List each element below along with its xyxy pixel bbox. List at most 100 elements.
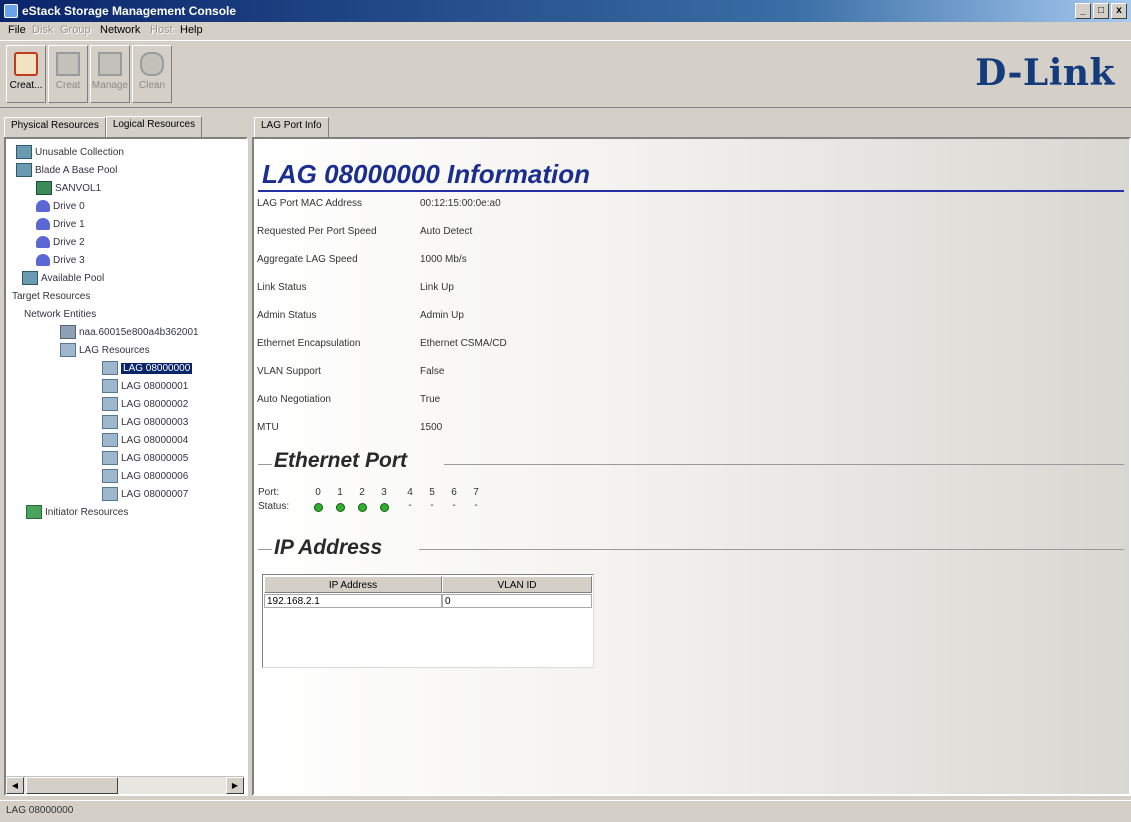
tree-item-drive-3[interactable]: Drive 3 bbox=[36, 253, 85, 269]
tree-item-blade-a-base-pool[interactable]: Blade A Base Pool bbox=[16, 163, 117, 179]
tree-item-lag-08000002[interactable]: LAG 08000002 bbox=[102, 397, 188, 413]
tree-item-lag-08000006[interactable]: LAG 08000006 bbox=[102, 469, 188, 485]
menu-host[interactable]: Host bbox=[150, 24, 173, 36]
scroll-right-button[interactable]: ▶ bbox=[226, 777, 244, 794]
column-header-vlan[interactable]: VLAN ID bbox=[442, 576, 592, 593]
drive-icon bbox=[36, 254, 50, 267]
port-status-none: - bbox=[452, 500, 456, 511]
port-number: 5 bbox=[429, 487, 435, 498]
tree-item-lag-08000007[interactable]: LAG 08000007 bbox=[102, 487, 188, 503]
tree-item-drive-2[interactable]: Drive 2 bbox=[36, 235, 85, 251]
tree-item-lag-08000001[interactable]: LAG 08000001 bbox=[102, 379, 188, 395]
create-button-label: Creat... bbox=[9, 80, 43, 91]
field-value-lag-speed: 1000 Mb/s bbox=[420, 254, 467, 265]
tree-item-lag-08000003[interactable]: LAG 08000003 bbox=[102, 415, 188, 431]
tree-item-lag-08000000[interactable]: LAG 08000000 bbox=[102, 361, 193, 377]
document-icon bbox=[56, 52, 80, 76]
tree-item-lag-08000005[interactable]: LAG 08000005 bbox=[102, 451, 188, 467]
field-label-encapsulation: Ethernet Encapsulation bbox=[257, 338, 361, 349]
port-number: 4 bbox=[407, 487, 413, 498]
resource-tree: Unusable Collection Blade A Base Pool SA… bbox=[6, 141, 244, 769]
create-icon bbox=[14, 52, 38, 76]
horizontal-scrollbar[interactable]: ◀ ▶ bbox=[6, 776, 244, 794]
port-status-up bbox=[336, 503, 345, 512]
table-cell-ip[interactable]: 192.168.2.1 bbox=[264, 594, 442, 608]
create-button[interactable]: Creat... bbox=[6, 45, 46, 103]
port-status-none: - bbox=[474, 500, 478, 511]
manage-button[interactable]: Manage bbox=[90, 45, 130, 103]
port-number: 1 bbox=[337, 487, 343, 498]
field-label-link-status: Link Status bbox=[257, 282, 307, 293]
tree-item-lag-resources[interactable]: LAG Resources bbox=[60, 343, 150, 359]
port-label: Port: bbox=[258, 487, 280, 498]
lag-icon bbox=[102, 397, 118, 412]
status-bar: LAG 08000000 bbox=[0, 800, 1131, 822]
title-divider bbox=[258, 190, 1124, 192]
tree-item-lag-08000004[interactable]: LAG 08000004 bbox=[102, 433, 188, 449]
volume-icon bbox=[36, 181, 52, 196]
field-value-admin-status: Admin Up bbox=[420, 310, 464, 321]
tree-item-initiator-resources[interactable]: Initiator Resources bbox=[26, 505, 128, 521]
document-icon bbox=[98, 52, 122, 76]
drive-icon bbox=[36, 200, 50, 213]
dlink-logo: D-Link bbox=[975, 52, 1115, 94]
lag-icon bbox=[102, 415, 118, 430]
field-value-port-speed: Auto Detect bbox=[420, 226, 473, 237]
field-label-admin-status: Admin Status bbox=[257, 310, 317, 321]
menu-network[interactable]: Network bbox=[100, 24, 140, 36]
gear-icon bbox=[140, 52, 164, 76]
port-status-up bbox=[358, 503, 367, 512]
field-label-vlan-support: VLAN Support bbox=[257, 366, 321, 377]
maximize-button[interactable]: □ bbox=[1093, 3, 1109, 19]
ip-rule-right bbox=[419, 549, 1124, 550]
scrollbar-thumb[interactable] bbox=[26, 777, 118, 794]
tree-item-network-entities[interactable]: Network Entities bbox=[24, 307, 96, 323]
ethernet-rule-left bbox=[258, 464, 272, 465]
column-header-ip[interactable]: IP Address bbox=[264, 576, 442, 593]
field-value-auto-negotiation: True bbox=[420, 394, 441, 405]
ip-address-heading: IP Address bbox=[274, 536, 383, 559]
menu-file[interactable]: File bbox=[8, 24, 26, 36]
lag-icon bbox=[102, 433, 118, 448]
ip-rule-left bbox=[258, 549, 272, 550]
page-title: LAG 08000000 Information bbox=[262, 159, 590, 189]
field-label-mac: LAG Port MAC Address bbox=[257, 198, 363, 209]
tree-item-naa[interactable]: naa.60015e800a4b362001 bbox=[60, 325, 199, 341]
window-title: eStack Storage Management Console bbox=[22, 4, 237, 18]
menu-disk[interactable]: Disk bbox=[32, 24, 53, 36]
tab-lag-port-info[interactable]: LAG Port Info bbox=[254, 117, 329, 139]
creat-button[interactable]: Creat bbox=[48, 45, 88, 103]
clean-button[interactable]: Clean bbox=[132, 45, 172, 103]
lag-icon bbox=[102, 379, 118, 394]
menu-bar: File Disk Group Network Host Help bbox=[0, 22, 1131, 40]
menu-help[interactable]: Help bbox=[180, 24, 203, 36]
menu-group[interactable]: Group bbox=[60, 24, 91, 36]
tab-physical-resources[interactable]: Physical Resources bbox=[4, 117, 106, 139]
scroll-left-button[interactable]: ◀ bbox=[6, 777, 24, 794]
field-label-lag-speed: Aggregate LAG Speed bbox=[257, 254, 358, 265]
field-value-encapsulation: Ethernet CSMA/CD bbox=[420, 338, 507, 349]
lag-icon bbox=[102, 361, 118, 376]
field-value-link-status: Link Up bbox=[420, 282, 454, 293]
pool-icon bbox=[16, 145, 32, 160]
port-number: 2 bbox=[359, 487, 365, 498]
app-icon bbox=[4, 4, 18, 18]
field-value-vlan-support: False bbox=[420, 366, 445, 377]
clean-button-label: Clean bbox=[138, 80, 166, 91]
tree-item-sanvol1[interactable]: SANVOL1 bbox=[36, 181, 101, 197]
tab-logical-resources[interactable]: Logical Resources bbox=[105, 116, 203, 138]
close-button[interactable]: x bbox=[1111, 3, 1127, 19]
tree-item-drive-0[interactable]: Drive 0 bbox=[36, 199, 85, 215]
tree-item-drive-1[interactable]: Drive 1 bbox=[36, 217, 85, 233]
field-value-mtu: 1500 bbox=[420, 422, 443, 433]
left-tabs: Physical Resources Logical Resources bbox=[4, 116, 203, 139]
minimize-button[interactable]: _ bbox=[1075, 3, 1091, 19]
tree-item-target-resources[interactable]: Target Resources bbox=[12, 289, 90, 305]
lag-icon bbox=[102, 469, 118, 484]
window-controls: _ □ x bbox=[1075, 3, 1127, 19]
tree-item-unusable-collection[interactable]: Unusable Collection bbox=[16, 145, 124, 161]
drive-icon bbox=[36, 218, 50, 231]
tree-item-available-pool[interactable]: Available Pool bbox=[22, 271, 104, 287]
table-cell-vlan[interactable]: 0 bbox=[442, 594, 592, 608]
pool-icon bbox=[16, 163, 32, 178]
